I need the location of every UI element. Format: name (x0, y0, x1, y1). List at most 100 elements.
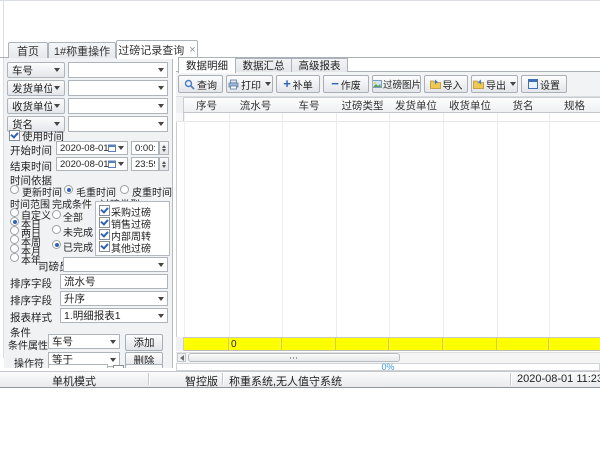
start-time-spinner[interactable] (159, 141, 169, 155)
summary-cell-vehicle (282, 337, 336, 351)
spin-down-icon (162, 165, 166, 168)
radio-finish-all-label: 全部 (63, 209, 83, 224)
supplement-button-label: 补单 (293, 77, 313, 92)
main-tab-home[interactable]: 首页 (8, 42, 48, 58)
report-style-label: 报表样式 (10, 310, 52, 325)
radio-range-week[interactable] (10, 235, 19, 244)
sort-field-input[interactable]: 流水号 (60, 274, 168, 289)
radio-update-time[interactable] (10, 185, 19, 194)
checkbox-other-weigh[interactable] (99, 241, 110, 252)
end-time-spinner[interactable] (159, 157, 169, 171)
filter-value-combo-vehicle[interactable] (68, 62, 168, 78)
filter-field-label: 发货单位 (12, 81, 52, 96)
radio-range-custom[interactable] (10, 208, 19, 217)
window-top-border (0, 0, 600, 1)
radio-finish-complete[interactable] (52, 240, 61, 249)
column-header-goods[interactable]: 货名 (497, 97, 549, 113)
query-button[interactable]: 查询 (178, 75, 223, 93)
radio-finish-incomplete[interactable] (52, 225, 61, 234)
column-header-label: 规格 (564, 98, 585, 113)
radio-finish-all[interactable] (52, 210, 61, 219)
supplement-button[interactable]: + 补单 (276, 75, 320, 93)
chevron-down-icon (158, 86, 164, 90)
weigh-photo-button[interactable]: 过磅图片 (372, 75, 421, 93)
checkbox-sales-weigh[interactable] (99, 217, 110, 228)
condition-value-checkbox[interactable] (113, 365, 124, 368)
column-header-label: 发货单位 (395, 98, 437, 113)
report-style-value: 1.明细报表1 (64, 308, 156, 323)
checkbox-internal-transfer[interactable] (99, 229, 110, 240)
start-date-picker[interactable]: 2020-08-01 (56, 141, 128, 155)
weigher-combo[interactable] (63, 257, 168, 272)
summary-cell-weigh-type (336, 337, 389, 351)
report-style-combo[interactable]: 1.明细报表1 (60, 308, 168, 323)
main-tab-weighing-op[interactable]: 1#称重操作 (48, 42, 116, 58)
grid-toolbar: 查询 打印 + 补单 − 作废 过磅图片 导入 导出 设置 (176, 72, 600, 97)
spin-down-icon (162, 149, 166, 152)
import-button[interactable]: 导入 (424, 75, 468, 93)
column-header-flow-no[interactable]: 流水号 (229, 97, 282, 113)
use-time-checkbox[interactable] (9, 130, 20, 141)
add-condition-button[interactable]: 添加 (125, 334, 163, 351)
close-icon[interactable]: × (189, 45, 195, 55)
column-header-vehicle[interactable]: 车号 (282, 97, 336, 113)
export-button[interactable]: 导出 (471, 75, 518, 93)
search-icon (184, 79, 195, 90)
print-button[interactable]: 打印 (226, 75, 273, 93)
settings-button[interactable]: 设置 (521, 75, 567, 93)
filter-field-select-receiver[interactable]: 收货单位 (7, 98, 65, 114)
radio-range-year[interactable] (10, 253, 19, 262)
column-header-seq[interactable]: 序号 (184, 97, 229, 113)
grid-body[interactable] (176, 113, 600, 337)
minus-icon: − (331, 79, 339, 89)
tab-data-detail[interactable]: 数据明细 (178, 57, 236, 73)
grid-first-row-line (176, 121, 600, 122)
condition-extra-button[interactable] (125, 364, 163, 368)
column-header-weigh-type[interactable]: 过磅类型 (336, 97, 389, 113)
column-header-spec[interactable]: 规格 (549, 97, 600, 113)
filter-value-combo-goods[interactable] (68, 116, 168, 132)
radio-range-today[interactable] (10, 217, 19, 226)
column-header-receiver[interactable]: 收货单位 (443, 97, 497, 113)
filter-field-select-vehicle[interactable]: 车号 (7, 62, 65, 78)
filter-value-combo-receiver[interactable] (68, 98, 168, 114)
grid-column-line (443, 113, 444, 337)
condition-attr-label: 条件属性 (8, 337, 48, 352)
void-button[interactable]: − 作废 (323, 75, 369, 93)
condition-value-input[interactable] (48, 364, 108, 368)
end-date-picker[interactable]: 2020-08-01 (56, 157, 128, 171)
status-edition: 智控版 (185, 373, 218, 389)
status-datetime: 2020-08-01 11:23:57 (517, 373, 600, 385)
tab-data-summary[interactable]: 数据汇总 (235, 58, 292, 72)
chevron-down-icon (110, 358, 116, 362)
filter-value-combo-shipper[interactable] (68, 80, 168, 96)
filter-field-select-shipper[interactable]: 发货单位 (7, 80, 65, 96)
main-tab-home-label: 首页 (17, 43, 39, 59)
column-header-label: 序号 (196, 98, 217, 113)
sort-order-combo[interactable]: 升序 (60, 291, 168, 306)
status-mode: 单机模式 (52, 373, 96, 389)
query-button-label: 查询 (197, 77, 217, 92)
radio-gross-time[interactable] (64, 185, 73, 194)
column-header-shipper[interactable]: 发货单位 (389, 97, 443, 113)
end-time-input[interactable]: 23:59:59 (131, 157, 159, 171)
left-arrow-icon (180, 355, 184, 361)
summary-cell-flow-no: 0 (229, 337, 282, 351)
scrollbar-grip-icon (290, 357, 299, 359)
condition-value-label: 值 (24, 365, 34, 368)
status-divider (222, 373, 223, 385)
start-time-input[interactable]: 0:00:00 (131, 141, 159, 155)
chevron-down-icon (158, 263, 164, 267)
radio-range-month[interactable] (10, 244, 19, 253)
scroll-left-arrow[interactable] (177, 353, 186, 362)
summary-row-header (176, 337, 184, 351)
checkbox-purchase-weigh[interactable] (99, 205, 110, 216)
spin-up-icon (162, 145, 166, 148)
end-time-label: 结束时间 (10, 159, 52, 174)
horizontal-scrollbar-thumb[interactable] (188, 353, 400, 362)
radio-tare-time[interactable] (120, 185, 129, 194)
tab-data-detail-label: 数据明细 (186, 58, 228, 73)
tab-advanced-report[interactable]: 高级报表 (291, 58, 348, 72)
radio-range-two-days[interactable] (10, 226, 19, 235)
condition-attr-combo[interactable]: 车号 (48, 334, 120, 349)
